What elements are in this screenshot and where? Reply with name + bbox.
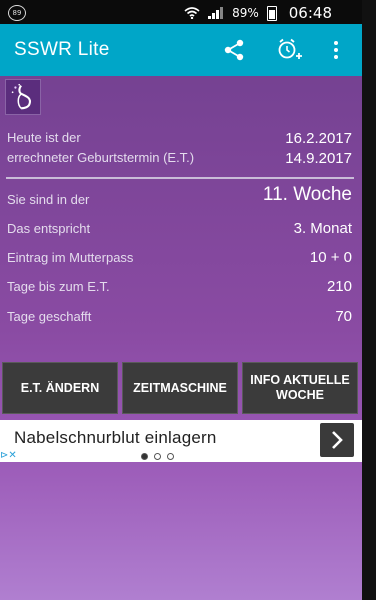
row-month: Das entspricht 3. Monat	[7, 220, 352, 238]
row-due-date-value: 14.9.2017	[285, 150, 352, 167]
ad-dot-1	[141, 453, 148, 460]
row-days-done-label: Tage geschafft	[7, 309, 92, 324]
row-due-date-label: errechneter Geburtstermin (E.T.)	[7, 150, 195, 165]
row-week-label: Sie sind in der	[7, 192, 90, 207]
row-month-label: Das entspricht	[7, 221, 91, 236]
change-due-date-button[interactable]: E.T. ÄNDERN	[2, 362, 118, 414]
current-week-info-line1: INFO AKTUELLE	[250, 373, 350, 387]
app-screen: 89 89% 06:48 SSWR Lite Heute ist der 16.…	[0, 0, 362, 600]
row-week: Sie sind in der 11. Woche	[7, 184, 352, 208]
row-due-date: errechneter Geburtstermin (E.T.) 14.9.20…	[7, 150, 352, 168]
clock: 06:48	[288, 4, 332, 22]
row-today: Heute ist der 16.2.2017	[7, 130, 352, 148]
more-options-icon[interactable]	[322, 36, 350, 64]
ad-choices-icon[interactable]: ⊳✕	[0, 450, 30, 462]
app-bar: SSWR Lite	[0, 24, 362, 76]
row-mutterpass-label: Eintrag im Mutterpass	[7, 250, 134, 265]
alarm-add-icon[interactable]	[275, 36, 303, 64]
row-month-value: 3. Monat	[293, 220, 352, 237]
ad-dot-2	[154, 453, 161, 460]
ad-forward-icon[interactable]	[320, 423, 354, 457]
row-days-done-value: 70	[335, 308, 352, 325]
row-week-value: 11. Woche	[262, 184, 352, 205]
row-today-value: 16.2.2017	[285, 130, 352, 147]
current-week-info-button[interactable]: INFO AKTUELLE WOCHE	[242, 362, 358, 414]
time-machine-button[interactable]: ZEITMASCHINE	[122, 362, 238, 414]
current-week-info-line2: WOCHE	[276, 388, 324, 402]
row-days-left-label: Tage bis zum E.T.	[7, 279, 110, 294]
ad-text[interactable]: Nabelschnurblut einlagern	[14, 428, 217, 448]
row-days-left: Tage bis zum E.T. 210	[7, 278, 352, 296]
row-days-done: Tage geschafft 70	[7, 308, 352, 326]
row-today-label: Heute ist der	[7, 130, 81, 145]
row-days-left-value: 210	[326, 278, 352, 295]
battery-percent: 89%	[232, 6, 259, 20]
signal-icon	[208, 7, 224, 19]
ad-banner[interactable]: Nabelschnurblut einlagern ⊳✕	[0, 420, 362, 462]
row-mutterpass: Eintrag im Mutterpass 10 + 0	[7, 249, 352, 267]
status-bar: 89 89% 06:48	[0, 0, 362, 24]
app-title: SSWR Lite	[14, 39, 110, 60]
screen-edge	[362, 0, 376, 600]
row-mutterpass-value: 10 + 0	[309, 249, 352, 266]
app-logo	[5, 79, 41, 115]
wifi-icon	[184, 7, 200, 19]
battery-icon	[266, 5, 277, 21]
notification-badge: 89	[8, 5, 26, 21]
ad-dot-3	[167, 453, 174, 460]
share-icon[interactable]	[220, 36, 248, 64]
ad-page-indicator	[141, 453, 174, 460]
divider	[6, 177, 354, 179]
